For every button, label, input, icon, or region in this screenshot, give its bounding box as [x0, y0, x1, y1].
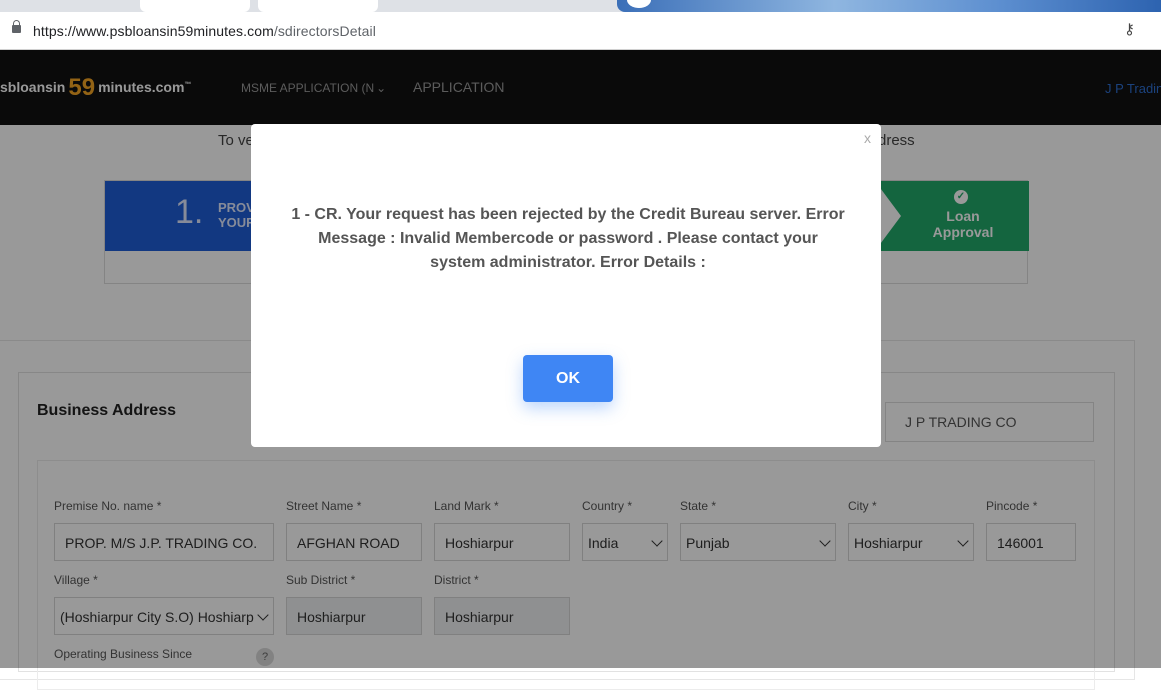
url-host: https://www.psbloansin59minutes.com	[33, 23, 274, 39]
lock-icon	[12, 20, 21, 33]
browser-tab-strip	[0, 0, 1161, 12]
close-icon[interactable]: x	[864, 130, 871, 146]
url-text[interactable]: https://www.psbloansin59minutes.com/sdir…	[33, 23, 376, 39]
address-bar[interactable]: https://www.psbloansin59minutes.com/sdir…	[0, 12, 1161, 50]
error-message: 1 - CR. Your request has been rejected b…	[291, 206, 845, 271]
browser-tab[interactable]	[140, 0, 250, 12]
error-dialog: x 1 - CR. Your request has been rejected…	[251, 124, 881, 447]
ok-button[interactable]: OK	[523, 355, 613, 402]
browser-tab[interactable]	[258, 0, 378, 12]
url-path: /sdirectorsDetail	[273, 23, 376, 39]
key-icon[interactable]: ⚷	[1124, 20, 1135, 38]
browser-tab-active[interactable]	[617, 0, 1161, 12]
